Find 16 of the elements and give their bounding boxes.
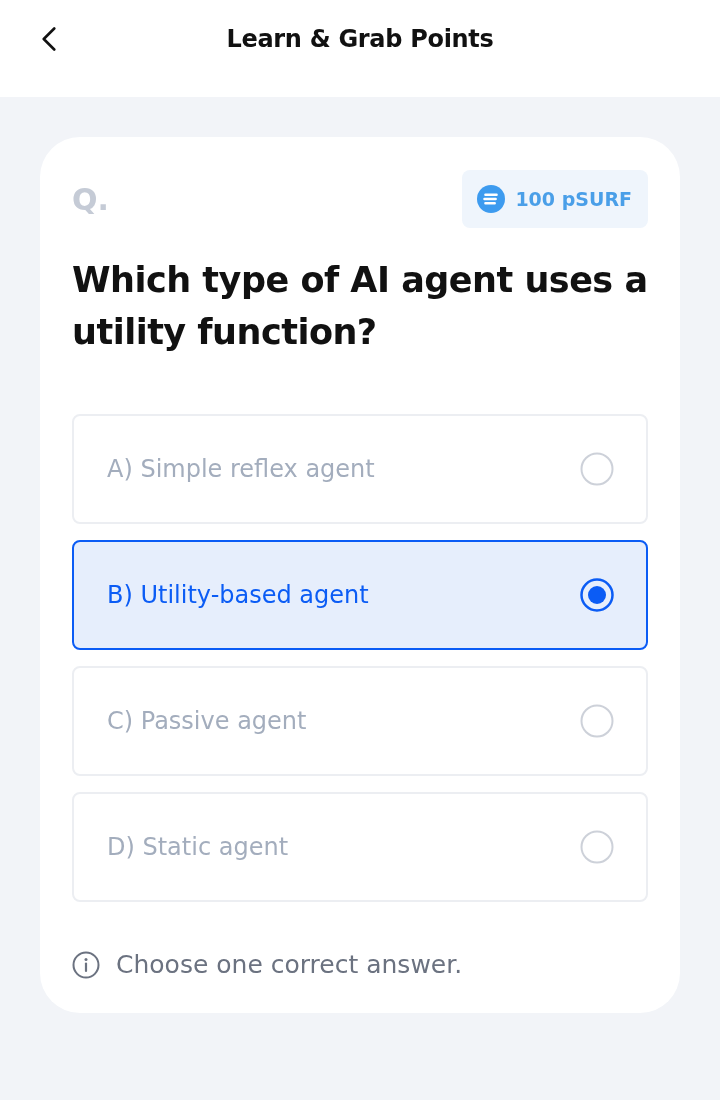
radio-icon [580, 704, 614, 738]
answer-option[interactable]: C) Passive agent [72, 666, 648, 776]
coin-icon [477, 185, 506, 213]
answer-option[interactable]: B) Utility-based agent [72, 540, 648, 650]
answer-option[interactable]: D) Static agent [72, 792, 648, 902]
hint-text: Choose one correct answer. [116, 950, 463, 979]
info-icon [72, 950, 100, 979]
question-label: Q. [72, 181, 109, 217]
back-icon [42, 26, 56, 52]
page-title: Learn & Grab Points [226, 24, 494, 53]
radio-icon [580, 830, 614, 864]
answer-option[interactable]: A) Simple reflex agent [72, 414, 648, 524]
radio-icon [580, 452, 614, 486]
question-text: Which type of AI agent uses a utility function? [72, 259, 648, 354]
radio-icon [580, 578, 614, 612]
reward-amount: 100 pSURF [515, 188, 632, 210]
